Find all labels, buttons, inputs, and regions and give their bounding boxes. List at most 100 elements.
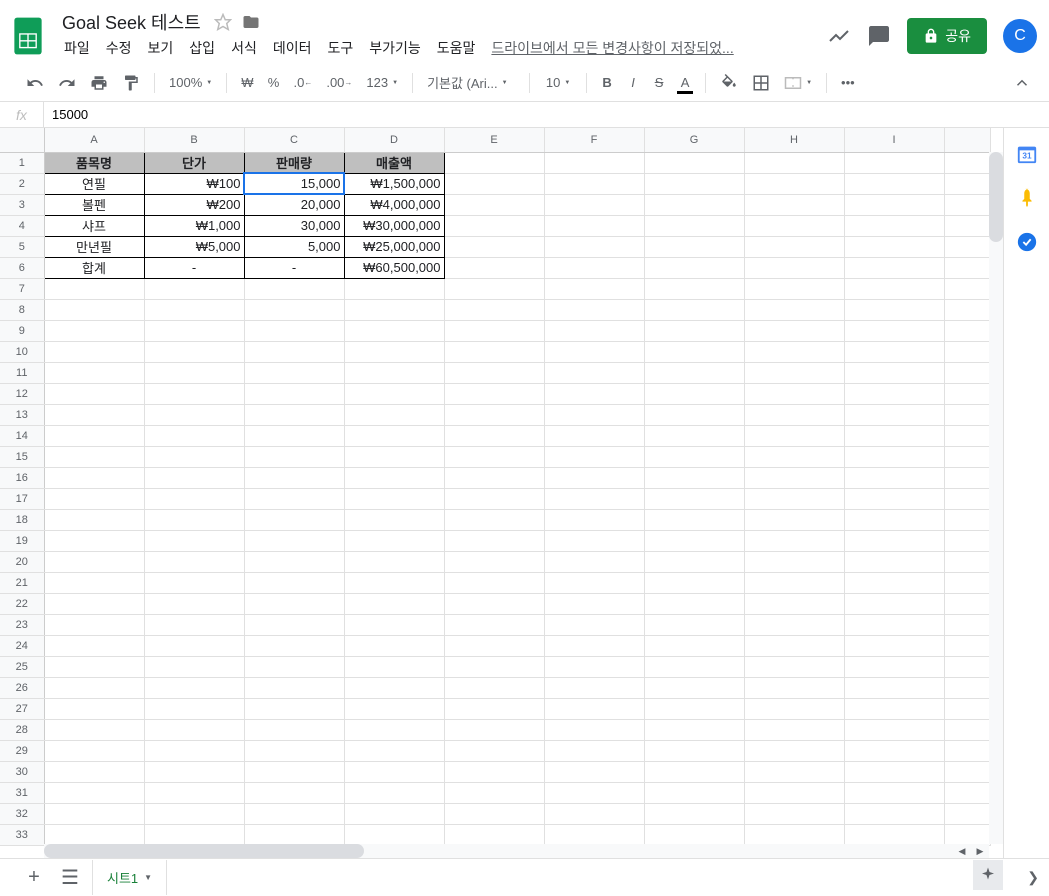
cell-A1[interactable]: 품목명 — [44, 152, 144, 173]
cell-I5[interactable] — [844, 236, 944, 257]
cell-A21[interactable] — [44, 572, 144, 593]
cell-D29[interactable] — [344, 740, 444, 761]
cell-B7[interactable] — [144, 278, 244, 299]
cell-I9[interactable] — [844, 320, 944, 341]
strikethrough-button[interactable]: S — [647, 70, 671, 96]
cell-29[interactable] — [944, 740, 990, 761]
cell-I22[interactable] — [844, 593, 944, 614]
vertical-scrollbar[interactable] — [989, 152, 1003, 844]
cell-B12[interactable] — [144, 383, 244, 404]
cell-H2[interactable] — [744, 173, 844, 194]
cell-H7[interactable] — [744, 278, 844, 299]
fx-icon[interactable]: fx — [0, 102, 44, 127]
row-header-22[interactable]: 22 — [0, 593, 44, 614]
cell-B1[interactable]: 단가 — [144, 152, 244, 173]
cell-13[interactable] — [944, 404, 990, 425]
currency-button[interactable]: ₩ — [235, 70, 259, 96]
cell-33[interactable] — [944, 824, 990, 845]
print-button[interactable] — [84, 70, 114, 96]
cell-27[interactable] — [944, 698, 990, 719]
row-header-9[interactable]: 9 — [0, 320, 44, 341]
cell-D3[interactable]: ₩4,000,000 — [344, 194, 444, 215]
cell-H15[interactable] — [744, 446, 844, 467]
row-header-21[interactable]: 21 — [0, 572, 44, 593]
cell-12[interactable] — [944, 383, 990, 404]
cell-4[interactable] — [944, 215, 990, 236]
cell-E13[interactable] — [444, 404, 544, 425]
cell-A17[interactable] — [44, 488, 144, 509]
cell-I8[interactable] — [844, 299, 944, 320]
cell-C16[interactable] — [244, 467, 344, 488]
column-header-B[interactable]: B — [144, 128, 244, 152]
cell-I31[interactable] — [844, 782, 944, 803]
row-header-7[interactable]: 7 — [0, 278, 44, 299]
cell-B18[interactable] — [144, 509, 244, 530]
cell-E23[interactable] — [444, 614, 544, 635]
cell-I17[interactable] — [844, 488, 944, 509]
cell-B14[interactable] — [144, 425, 244, 446]
bold-button[interactable]: B — [595, 70, 619, 96]
cell-C27[interactable] — [244, 698, 344, 719]
cell-F24[interactable] — [544, 635, 644, 656]
cell-A19[interactable] — [44, 530, 144, 551]
cell-H8[interactable] — [744, 299, 844, 320]
italic-button[interactable]: I — [621, 70, 645, 96]
explore-button[interactable] — [973, 860, 1003, 890]
cell-C26[interactable] — [244, 677, 344, 698]
cell-D7[interactable] — [344, 278, 444, 299]
fill-color-button[interactable] — [714, 70, 744, 96]
cell-G10[interactable] — [644, 341, 744, 362]
cell-D6[interactable]: ₩60,500,000 — [344, 257, 444, 278]
cell-I7[interactable] — [844, 278, 944, 299]
cell-H1[interactable] — [744, 152, 844, 173]
cell-G23[interactable] — [644, 614, 744, 635]
cell-B17[interactable] — [144, 488, 244, 509]
cell-C8[interactable] — [244, 299, 344, 320]
cell-24[interactable] — [944, 635, 990, 656]
cell-D14[interactable] — [344, 425, 444, 446]
cell-1[interactable] — [944, 152, 990, 173]
cell-E31[interactable] — [444, 782, 544, 803]
cell-F28[interactable] — [544, 719, 644, 740]
cell-H20[interactable] — [744, 551, 844, 572]
cell-8[interactable] — [944, 299, 990, 320]
cell-G8[interactable] — [644, 299, 744, 320]
cell-I32[interactable] — [844, 803, 944, 824]
cell-E9[interactable] — [444, 320, 544, 341]
cell-6[interactable] — [944, 257, 990, 278]
row-header-18[interactable]: 18 — [0, 509, 44, 530]
cell-G15[interactable] — [644, 446, 744, 467]
cell-G9[interactable] — [644, 320, 744, 341]
cell-B8[interactable] — [144, 299, 244, 320]
cell-G24[interactable] — [644, 635, 744, 656]
cell-B22[interactable] — [144, 593, 244, 614]
cell-26[interactable] — [944, 677, 990, 698]
cell-C1[interactable]: 판매량 — [244, 152, 344, 173]
cell-C24[interactable] — [244, 635, 344, 656]
cell-B26[interactable] — [144, 677, 244, 698]
cell-E6[interactable] — [444, 257, 544, 278]
row-header-27[interactable]: 27 — [0, 698, 44, 719]
cell-30[interactable] — [944, 761, 990, 782]
cell-G30[interactable] — [644, 761, 744, 782]
cell-G13[interactable] — [644, 404, 744, 425]
cell-B11[interactable] — [144, 362, 244, 383]
cell-A33[interactable] — [44, 824, 144, 845]
cell-C20[interactable] — [244, 551, 344, 572]
cell-E8[interactable] — [444, 299, 544, 320]
cell-G3[interactable] — [644, 194, 744, 215]
zoom-select[interactable]: 100% — [163, 70, 218, 96]
cell-C29[interactable] — [244, 740, 344, 761]
cell-A9[interactable] — [44, 320, 144, 341]
cell-G2[interactable] — [644, 173, 744, 194]
cell-G31[interactable] — [644, 782, 744, 803]
cell-A15[interactable] — [44, 446, 144, 467]
cell-H16[interactable] — [744, 467, 844, 488]
cell-H6[interactable] — [744, 257, 844, 278]
cell-B25[interactable] — [144, 656, 244, 677]
document-title[interactable]: Goal Seek 테스트 — [56, 7, 207, 37]
cell-G16[interactable] — [644, 467, 744, 488]
cell-D28[interactable] — [344, 719, 444, 740]
cell-A7[interactable] — [44, 278, 144, 299]
cell-I4[interactable] — [844, 215, 944, 236]
